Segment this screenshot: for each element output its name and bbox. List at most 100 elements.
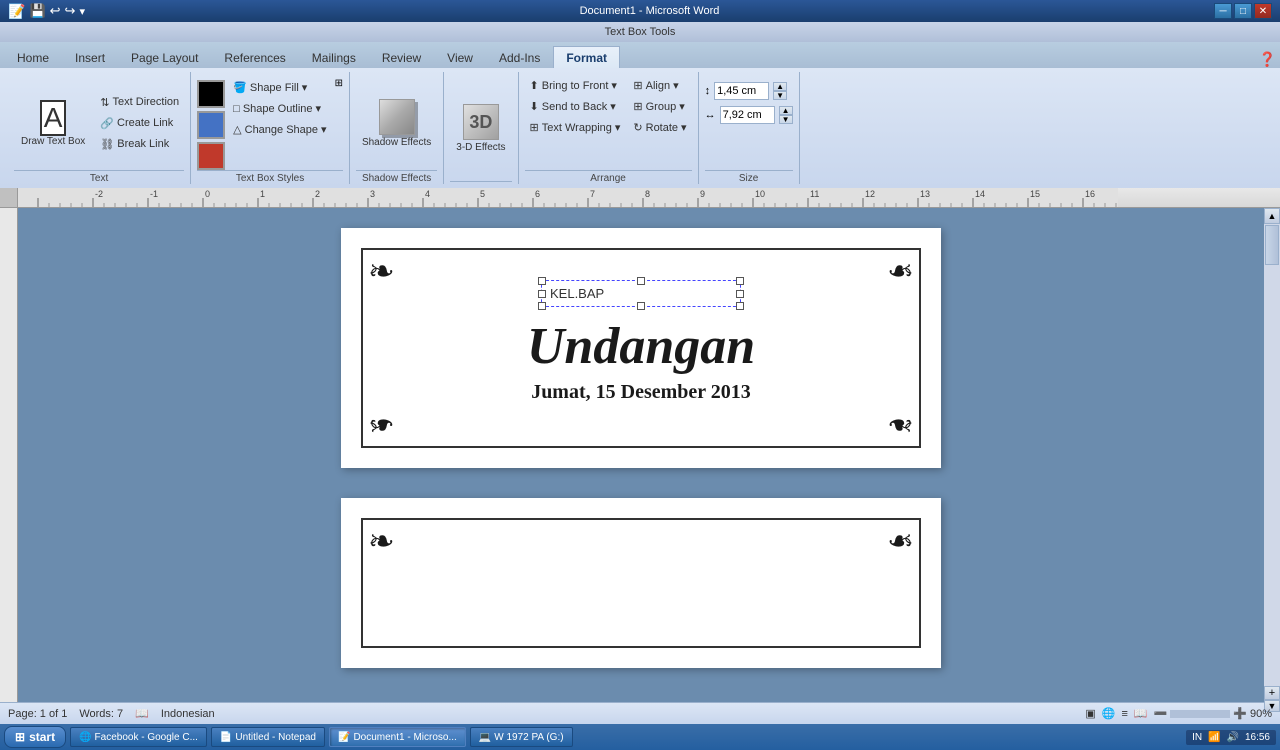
change-shape-icon: △ <box>233 123 241 136</box>
change-shape-button[interactable]: △ Change Shape ▾ <box>228 120 331 139</box>
scroll-track[interactable] <box>1264 224 1280 686</box>
shape-fill-button[interactable]: 🪣 Shape Fill ▾ <box>228 78 331 97</box>
taskbar-drive[interactable]: 💻 W 1972 PA (G:) <box>470 727 573 747</box>
contextual-tools-label: Text Box Tools <box>0 22 1280 42</box>
zoom-slider[interactable] <box>1170 710 1230 718</box>
group-button[interactable]: ⊞ Group ▾ <box>628 97 691 116</box>
color-swatches <box>197 80 225 170</box>
status-bar: Page: 1 of 1 Words: 7 📖 Indonesian ▣ 🌐 ≡… <box>0 702 1280 724</box>
taskbar-notepad[interactable]: 📄 Untitled - Notepad <box>211 727 325 747</box>
view-normal-icon[interactable]: ▣ <box>1085 707 1095 720</box>
tab-insert[interactable]: Insert <box>62 46 118 68</box>
tab-format[interactable]: Format <box>553 46 620 68</box>
styles-expand-icon[interactable]: ⊞ <box>335 78 343 89</box>
break-link-button[interactable]: ⛓ Break Link <box>95 135 184 154</box>
scroll-up-button[interactable]: ▲ <box>1264 208 1280 224</box>
text-wrapping-button[interactable]: ⊞ Text Wrapping ▾ <box>525 118 626 137</box>
text-direction-icon: ⇅ <box>100 96 109 109</box>
start-button[interactable]: ⊞ start <box>4 726 66 748</box>
zoom-out-btn[interactable]: ➖ <box>1154 707 1168 720</box>
width-input[interactable] <box>720 106 775 124</box>
minimize-button[interactable]: ─ <box>1214 3 1232 19</box>
width-up[interactable]: ▲ <box>779 106 793 115</box>
scroll-zoom-in[interactable]: + <box>1264 686 1280 700</box>
ornament2-tl: ❧ <box>368 525 395 557</box>
align-button[interactable]: ⊞ Align ▾ <box>628 76 691 95</box>
swatch-red[interactable] <box>197 142 225 170</box>
help-icon[interactable]: ❓ <box>1259 51 1276 68</box>
view-reading-icon[interactable]: 📖 <box>1134 707 1148 720</box>
text-box-selected[interactable]: KEL.BAP <box>541 280 741 307</box>
text-direction-button[interactable]: ⇅ Text Direction <box>95 93 184 112</box>
ribbon-group-textbox-styles: 🪣 Shape Fill ▾ □ Shape Outline ▾ △ Chang… <box>191 72 350 184</box>
undangan-title: Undangan <box>527 317 755 376</box>
tab-add-ins[interactable]: Add-Ins <box>486 46 553 68</box>
handle-mr[interactable] <box>736 290 744 298</box>
svg-text:13: 13 <box>920 189 930 199</box>
rotate-button[interactable]: ↻ Rotate ▾ <box>628 118 691 137</box>
height-spin: ▲ ▼ <box>773 82 787 100</box>
close-button[interactable]: ✕ <box>1254 3 1272 19</box>
document-area[interactable]: ❧ ❧ ❧ ❧ KEL.BAP Undangan <box>18 208 1264 702</box>
ruler-area: -2-101234567891011121314151617 <box>0 188 1280 208</box>
taskbar-facebook[interactable]: 🌐 Facebook - Google C... <box>70 727 207 747</box>
outline-icon: □ <box>233 103 240 115</box>
send-to-back-button[interactable]: ⬇ Send to Back ▾ <box>525 97 626 116</box>
drive-icon: 💻 <box>479 732 491 743</box>
handle-tl[interactable] <box>538 277 546 285</box>
date-text: Jumat, 15 Desember 2013 <box>531 381 751 404</box>
width-down[interactable]: ▼ <box>779 115 793 124</box>
scroll-thumb[interactable] <box>1265 225 1279 265</box>
handle-tr[interactable] <box>736 277 744 285</box>
height-input[interactable] <box>714 82 769 100</box>
shape-outline-button[interactable]: □ Shape Outline ▾ <box>228 99 331 118</box>
size-group-label: Size <box>705 170 793 184</box>
tab-references[interactable]: References <box>211 46 298 68</box>
handle-bc[interactable] <box>637 302 645 310</box>
browser-icon: 🌐 <box>79 732 91 743</box>
tab-mailings[interactable]: Mailings <box>299 46 369 68</box>
svg-text:4: 4 <box>425 189 430 199</box>
svg-text:-1: -1 <box>150 189 158 199</box>
quick-save[interactable]: 💾 <box>29 3 45 19</box>
view-web-icon[interactable]: 🌐 <box>1102 707 1116 720</box>
quick-redo[interactable]: ↪ <box>65 3 76 19</box>
horizontal-ruler: -2-101234567891011121314151617 <box>18 188 1280 208</box>
handle-tc[interactable] <box>637 277 645 285</box>
textbox-styles-group-label: Text Box Styles <box>197 170 343 184</box>
swatch-blue[interactable] <box>197 111 225 139</box>
draw-textbox-button[interactable]: A Draw Text Box <box>14 95 92 152</box>
send-back-icon: ⬇ <box>530 100 539 113</box>
taskbar-word[interactable]: 📝 Document1 - Microso... <box>329 727 466 747</box>
ornament-br: ❧ <box>887 409 914 441</box>
textbox-content: KEL.BAP <box>550 286 604 301</box>
three-d-button[interactable]: 3D 3-D Effects <box>450 100 511 157</box>
handle-br[interactable] <box>736 302 744 310</box>
ornament-bl: ❧ <box>368 409 395 441</box>
tab-page-layout[interactable]: Page Layout <box>118 46 211 68</box>
shadow-effects-button[interactable]: Shadow Effects <box>356 95 437 152</box>
tab-review[interactable]: Review <box>369 46 434 68</box>
windows-logo: ⊞ <box>15 730 25 744</box>
vertical-scrollbar[interactable]: ▲ + ▼ <box>1264 208 1280 702</box>
handle-ml[interactable] <box>538 290 546 298</box>
bring-to-front-button[interactable]: ⬆ Bring to Front ▾ <box>525 76 626 95</box>
ribbon-group-3d: 3D 3-D Effects <box>444 72 518 184</box>
zoom-in-btn[interactable]: ➕ <box>1233 707 1247 720</box>
quick-undo[interactable]: ↩ <box>50 3 61 19</box>
swatch-black[interactable] <box>197 80 225 108</box>
maximize-button[interactable]: □ <box>1234 3 1252 19</box>
vertical-ruler <box>0 208 18 702</box>
view-outline-icon[interactable]: ≡ <box>1121 708 1127 720</box>
handle-bl[interactable] <box>538 302 546 310</box>
align-dropdown: ▾ <box>673 79 679 92</box>
create-link-button[interactable]: 🔗 Create Link <box>95 114 184 133</box>
height-up[interactable]: ▲ <box>773 82 787 91</box>
svg-text:8: 8 <box>645 189 650 199</box>
word-icon: 📝 <box>338 732 350 743</box>
arrange-group-label: Arrange <box>525 170 692 184</box>
height-down[interactable]: ▼ <box>773 91 787 100</box>
text-col: ⇅ Text Direction 🔗 Create Link ⛓ Break L… <box>95 93 184 154</box>
tab-view[interactable]: View <box>434 46 486 68</box>
tab-home[interactable]: Home <box>4 46 62 68</box>
